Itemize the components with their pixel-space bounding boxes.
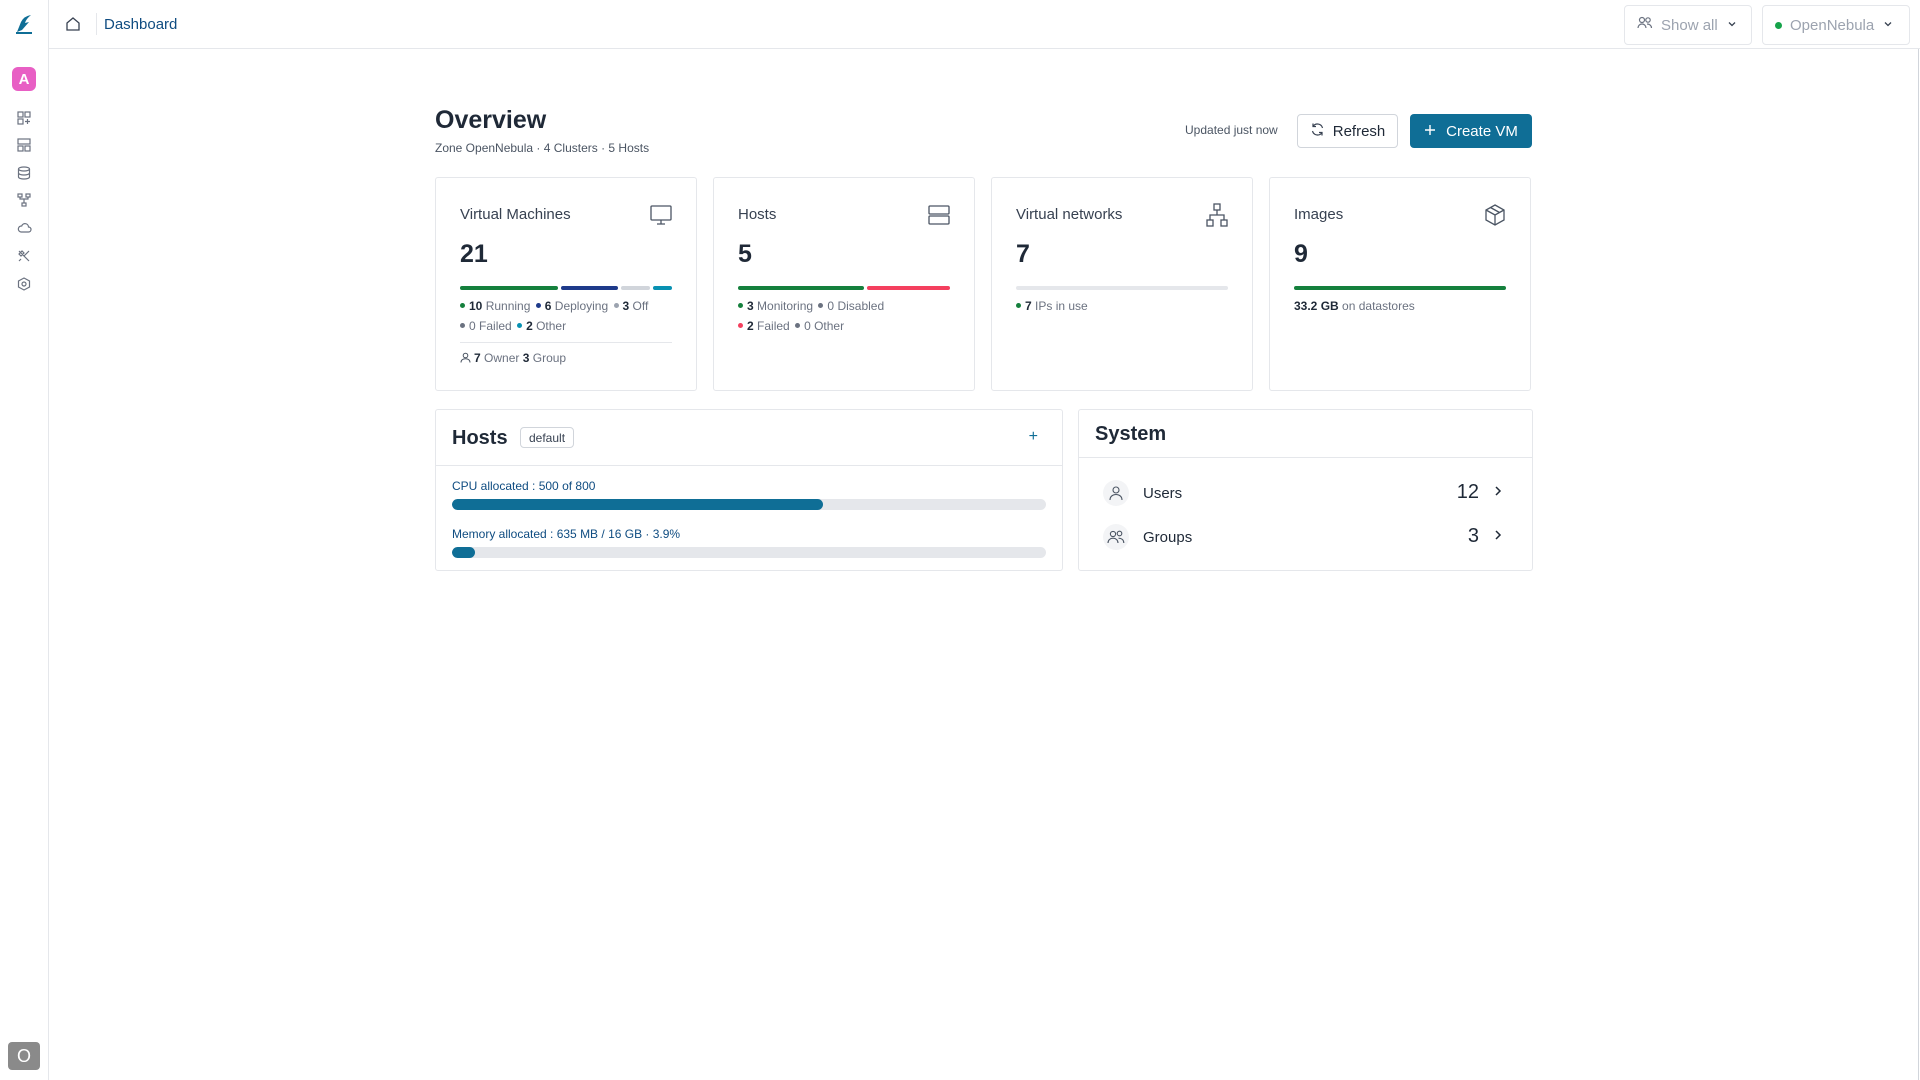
chevron-down-icon [1882, 17, 1894, 34]
chevron-down-icon [1726, 17, 1738, 34]
sidebar: A O [0, 0, 49, 1080]
cpu-progress-track [452, 499, 1046, 510]
bar-running [460, 286, 559, 290]
system-panel-header: System [1079, 410, 1532, 458]
hosts-panel-title: Hosts [452, 427, 508, 449]
updated-status: Updated just now [1185, 123, 1278, 137]
network-icon[interactable] [16, 192, 32, 208]
create-vm-button[interactable]: Create VM [1410, 114, 1532, 148]
vm-legend-row-1: 10 Running 6 Deploying 3 Off [460, 299, 648, 313]
home-icon[interactable] [64, 15, 82, 33]
memory-progress-fill [452, 547, 476, 558]
storage-icon[interactable] [16, 165, 32, 181]
users-label: Users [1143, 485, 1183, 502]
cloud-icon[interactable] [16, 220, 32, 236]
topbar: Dashboard Show all OpenNebula [49, 0, 1920, 49]
refresh-button[interactable]: Refresh [1297, 114, 1398, 148]
card-value: 7 [1016, 240, 1030, 268]
view-filter-select[interactable]: Show all [1624, 5, 1752, 45]
card-title: Images [1294, 206, 1344, 223]
zone-select[interactable]: OpenNebula [1762, 5, 1910, 45]
card-title: Virtual networks [1016, 206, 1123, 223]
card-title: Hosts [738, 206, 777, 223]
right-edge-divider [1918, 49, 1919, 1080]
vm-state-bar [460, 286, 672, 290]
hosts-panel-header: Hosts default + [436, 410, 1062, 466]
app-root: A O Dashboard Show all OpenNebula Overvi… [0, 0, 1920, 1080]
memory-progress-track [452, 547, 1046, 558]
images-legend: 33.2 GB on datastores [1294, 299, 1415, 313]
users-icon [1637, 16, 1653, 34]
server-icon [926, 202, 952, 228]
network-usage-bar [1016, 286, 1228, 290]
system-panel-title: System [1095, 423, 1167, 445]
page-title: Overview [435, 106, 547, 134]
bar-monitoring [738, 286, 864, 290]
system-icon[interactable] [16, 276, 32, 292]
bar-off [621, 286, 651, 290]
card-divider [460, 342, 672, 343]
opennebula-logo-icon[interactable] [13, 13, 35, 35]
system-panel: System Users 12 Groups 3 [1078, 409, 1533, 571]
cpu-allocated-label: CPU allocated : 500 of 800 [452, 479, 596, 493]
zone-status-dot [1775, 21, 1782, 29]
breadcrumb[interactable]: Dashboard [104, 16, 177, 33]
networks-stat-card[interactable]: Virtual networks 7 7 IPs in use [991, 177, 1253, 391]
card-value: 9 [1294, 240, 1308, 268]
hosts-stat-card[interactable]: Hosts 5 3 Monitoring 0 Disabled 2 Failed… [713, 177, 975, 391]
users-row[interactable]: Users 12 [1103, 478, 1511, 508]
images-stat-card[interactable]: Images 9 33.2 GB on datastores [1269, 177, 1531, 391]
user-icon [1103, 480, 1129, 506]
monitor-icon [648, 202, 674, 228]
card-value: 21 [460, 240, 488, 268]
groups-label: Groups [1143, 529, 1193, 546]
box-icon [1482, 202, 1508, 228]
vm-stat-card[interactable]: Virtual Machines 21 10 Running 6 Deployi… [435, 177, 697, 391]
plus-icon [1424, 123, 1436, 140]
add-host-button[interactable]: + [1029, 428, 1038, 446]
image-usage-bar [1294, 286, 1506, 290]
view-filter-label: Show all [1661, 16, 1718, 34]
network-legend: 7 IPs in use [1016, 299, 1088, 313]
refresh-icon [1310, 122, 1325, 141]
cluster-badge[interactable]: default [520, 427, 575, 448]
bar-other [653, 286, 672, 290]
user-icon [460, 352, 471, 366]
vm-legend-row-2: 0 Failed 2 Other [460, 319, 566, 333]
bar-failed [867, 286, 950, 290]
refresh-label: Refresh [1332, 122, 1386, 140]
cpu-progress-fill [452, 499, 824, 510]
hosts-panel: Hosts default + CPU allocated : 500 of 8… [435, 409, 1063, 571]
vm-ownership: 7 Owner 3 Group [460, 351, 566, 366]
user-avatar[interactable]: O [8, 1042, 40, 1070]
users-count: 12 [1456, 481, 1479, 503]
create-vm-label: Create VM [1446, 122, 1518, 140]
bar-full [1294, 286, 1506, 290]
host-legend-row-1: 3 Monitoring 0 Disabled [738, 299, 884, 313]
network-topology-icon [1204, 202, 1230, 228]
users-icon [1103, 524, 1129, 550]
memory-allocated-label: Memory allocated : 635 MB / 16 GB · 3.9% [452, 527, 681, 541]
host-state-bar [738, 286, 950, 290]
bar-deploying [561, 286, 619, 290]
card-value: 5 [738, 240, 752, 268]
page-subtitle: Zone OpenNebula · 4 Clusters · 5 Hosts [435, 141, 650, 155]
topbar-divider [96, 13, 97, 35]
host-legend-row-2: 2 Failed 0 Other [738, 319, 844, 333]
zone-label: OpenNebula [1790, 16, 1875, 34]
account-avatar[interactable]: A [12, 67, 36, 91]
groups-count: 3 [1467, 525, 1479, 547]
chevron-right-icon [1493, 484, 1503, 501]
chevron-right-icon [1493, 528, 1503, 545]
groups-row[interactable]: Groups 3 [1103, 522, 1511, 552]
card-title: Virtual Machines [460, 206, 571, 223]
dashboard-icon[interactable] [16, 110, 32, 126]
bar-empty [1016, 286, 1228, 290]
instances-icon[interactable] [16, 137, 32, 153]
tools-icon[interactable] [16, 248, 32, 264]
